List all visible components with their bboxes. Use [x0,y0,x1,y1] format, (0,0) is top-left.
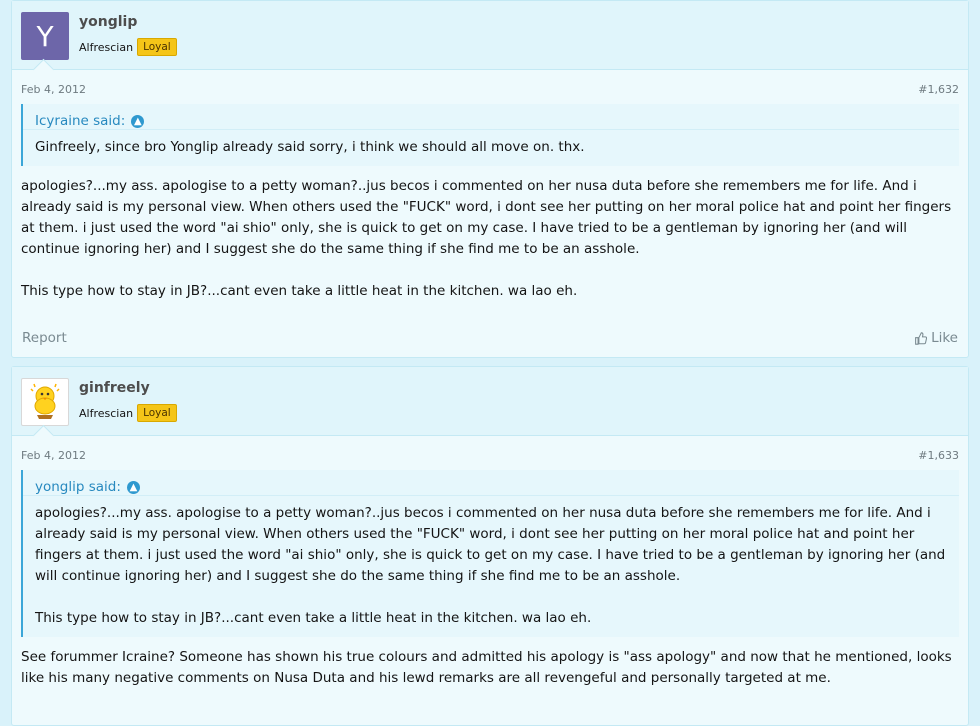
user-title-text: Alfrescian [79,406,134,420]
quote-paragraph: apologies?...my ass. apologise to a pett… [35,505,946,584]
chick-avatar-icon [30,383,60,419]
like-label[interactable]: Like [931,330,958,346]
quote-author-text[interactable]: yonglip said: [35,479,121,495]
quote-paragraph: Ginfreely, since bro Yonglip already sai… [35,139,585,155]
post: Y yonglip Alfrescian Loyal Feb 4, 2012 #… [11,0,969,358]
post-date[interactable]: Feb 4, 2012 [21,83,86,96]
report-link[interactable]: Report [22,330,67,346]
quote-body: Ginfreely, since bro Yonglip already sai… [23,130,959,166]
post-date[interactable]: Feb 4, 2012 [21,449,86,462]
message-paragraph: This type how to stay in JB?...cant even… [21,283,578,299]
post-number[interactable]: #1,632 [918,83,959,96]
user-title: Alfrescian Loyal [79,404,177,422]
post-meta: Feb 4, 2012 #1,632 [12,70,968,104]
user-badge: Loyal [137,404,177,422]
user-badge: Loyal [137,38,177,56]
message-body: apologies?...my ass. apologise to a pett… [12,166,968,302]
quote-author[interactable]: yonglip said: ▲ [23,470,959,496]
user-title: Alfrescian Loyal [79,38,177,56]
quote-body: apologies?...my ass. apologise to a pett… [23,496,959,637]
avatar[interactable]: Y [21,12,69,60]
username[interactable]: ginfreely [79,380,150,396]
post-header: Y yonglip Alfrescian Loyal [12,1,968,81]
quote-author[interactable]: Icyraine said: ▲ [23,104,959,130]
message-body: See forummer Icraine? Someone has shown … [12,637,968,689]
quote-author-text[interactable]: Icyraine said: [35,113,125,129]
post-meta: Feb 4, 2012 #1,633 [12,436,968,470]
post-header: ginfreely Alfrescian Loyal [12,367,968,447]
message-paragraph: apologies?...my ass. apologise to a pett… [21,178,952,257]
arrow-up-circle-icon[interactable]: ▲ [126,480,140,494]
message-paragraph: See forummer Icraine? Someone has shown … [21,649,952,686]
username[interactable]: yonglip [79,14,137,30]
like-button[interactable]: Like [914,330,958,346]
post-number[interactable]: #1,633 [918,449,959,462]
post: ginfreely Alfrescian Loyal Feb 4, 2012 #… [11,366,969,726]
quote-block: yonglip said: ▲ apologies?...my ass. apo… [21,470,959,637]
user-title-text: Alfrescian [79,40,134,54]
quote-block: Icyraine said: ▲ Ginfreely, since bro Yo… [21,104,959,166]
quote-paragraph: This type how to stay in JB?...cant even… [35,610,592,626]
thumbs-up-icon [915,331,928,345]
arrow-up-circle-icon[interactable]: ▲ [131,114,145,128]
avatar[interactable] [21,378,69,426]
post-actions: Report Like [12,319,968,357]
